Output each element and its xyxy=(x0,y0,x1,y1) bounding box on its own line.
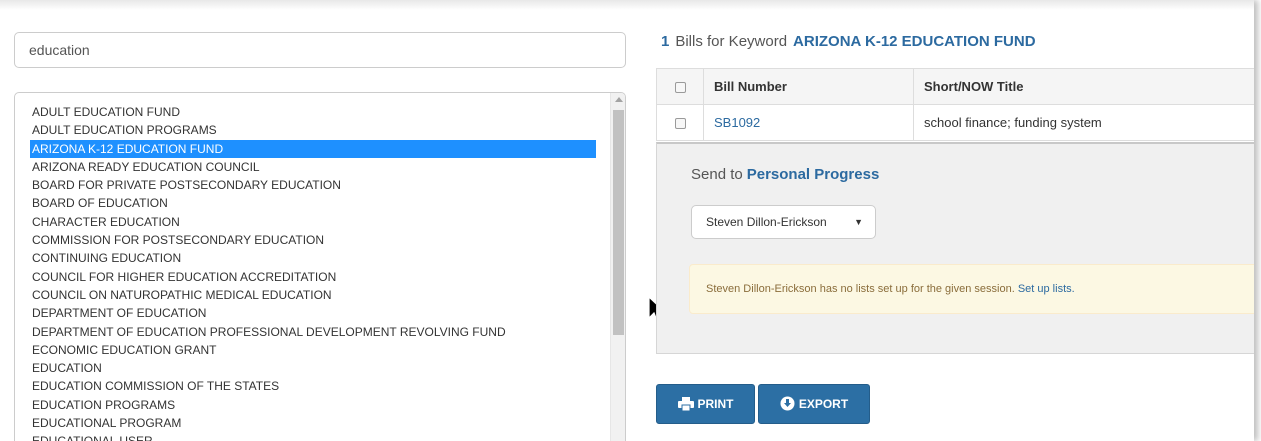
table-header-row: Bill Number Short/NOW Title xyxy=(656,68,1254,105)
print-label: PRINT xyxy=(697,397,734,411)
printer-icon xyxy=(677,396,694,412)
keyword-list-item[interactable]: ECONOMIC EDUCATION GRANT xyxy=(30,341,596,359)
results-label: Bills for Keyword xyxy=(675,33,788,50)
user-select-value: Steven Dillon-Erickson xyxy=(706,215,827,229)
keyword-list-item[interactable]: EDUCATION xyxy=(30,359,596,377)
keyword-list-item[interactable]: BOARD FOR PRIVATE POSTSECONDARY EDUCATIO… xyxy=(30,176,596,194)
keyword-list-item[interactable]: CONTINUING EDUCATION xyxy=(30,249,596,267)
results-keyword: ARIZONA K-12 EDUCATION FUND xyxy=(793,33,1036,50)
keyword-listbox[interactable]: ADULT EDUCATION FUND ADULT EDUCATION PROG… xyxy=(14,92,626,441)
keyword-list-item[interactable]: EDUCATIONAL USER xyxy=(30,432,596,441)
scroll-up-arrow-icon[interactable] xyxy=(615,97,623,102)
keyword-list-item[interactable]: CHARACTER EDUCATION xyxy=(30,213,596,231)
no-lists-alert: Steven Dillon-Erickson has no lists set … xyxy=(689,264,1254,314)
keyword-list-item[interactable]: EDUCATION PROGRAMS xyxy=(30,396,596,414)
export-button[interactable]: EXPORT xyxy=(758,384,870,424)
caret-down-icon: ▼ xyxy=(854,217,863,227)
app-frame: ADULT EDUCATION FUNDADULT EDUCATION PROG… xyxy=(0,0,1254,441)
print-button[interactable]: PRINT xyxy=(656,384,755,424)
keyword-list-item[interactable]: DEPARTMENT OF EDUCATION PROFESSIONAL DEV… xyxy=(30,323,596,341)
keyword-list-item[interactable]: COUNCIL FOR HIGHER EDUCATION ACCREDITATI… xyxy=(30,268,596,286)
bill-number-link[interactable]: SB1092 xyxy=(714,115,760,130)
keyword-list-item[interactable]: EDUCATION COMMISSION OF THE STATES xyxy=(30,377,596,395)
short-title-cell: school finance; funding system xyxy=(913,104,1254,141)
scroll-thumb[interactable] xyxy=(613,110,624,335)
bill-number-cell: SB1092 xyxy=(703,104,914,141)
bills-table: Bill Number Short/NOW Title SB1092 schoo… xyxy=(656,68,1254,141)
send-to-target: Personal Progress xyxy=(746,166,880,183)
download-circle-icon xyxy=(780,396,795,411)
send-to-heading: Send to Personal Progress xyxy=(691,166,879,183)
select-all-checkbox[interactable] xyxy=(674,82,686,94)
keyword-list-item[interactable]: ADULT EDUCATION FUND xyxy=(30,103,596,121)
set-up-lists-link[interactable]: Set up lists. xyxy=(1018,283,1075,295)
keyword-list-item[interactable]: DEPARTMENT OF EDUCATION xyxy=(30,304,596,322)
keyword-list-item[interactable]: EDUCATIONAL PROGRAM xyxy=(30,414,596,432)
keyword-search-input[interactable] xyxy=(14,32,626,68)
results-count: 1 xyxy=(661,33,670,50)
keyword-list-item[interactable]: COUNCIL ON NATUROPATHIC MEDICAL EDUCATIO… xyxy=(30,286,596,304)
row-check-cell xyxy=(656,104,704,141)
bill-number-header[interactable]: Bill Number xyxy=(703,68,914,105)
export-label: EXPORT xyxy=(798,397,849,411)
keyword-list-item[interactable]: ARIZONA READY EDUCATION COUNCIL xyxy=(30,158,596,176)
select-all-header xyxy=(656,68,704,105)
listbox-scrollbar[interactable] xyxy=(610,93,625,441)
row-checkbox[interactable] xyxy=(674,118,686,130)
keyword-list-item[interactable]: BOARD OF EDUCATION xyxy=(30,194,596,212)
keyword-list-item[interactable]: COMMISSION FOR POSTSECONDARY EDUCATION xyxy=(30,231,596,249)
keyword-list: ADULT EDUCATION FUND ADULT EDUCATION PROG… xyxy=(30,103,596,441)
send-to-panel: Send to Personal Progress Steven Dillon-E… xyxy=(656,142,1254,354)
send-to-label: Send to xyxy=(691,166,743,183)
results-heading: 1 Bills for Keyword ARIZONA K-12 EDUCATION… xyxy=(661,33,1036,50)
top-shadow xyxy=(0,0,1254,10)
table-row: SB1092 school finance; funding system xyxy=(656,104,1254,141)
keyword-list-item[interactable]: ARIZONA K-12 EDUCATION FUND xyxy=(30,139,596,158)
short-title-header[interactable]: Short/NOW Title xyxy=(913,68,1254,105)
alert-message: Steven Dillon-Erickson has no lists set … xyxy=(706,283,1015,295)
bills-table-container: Bill Number Short/NOW Title SB1092 schoo… xyxy=(656,68,1254,141)
keyword-list-item[interactable]: ADULT EDUCATION PROGRAMS xyxy=(30,121,596,139)
user-select-dropdown[interactable]: Steven Dillon-Erickson ▼ xyxy=(691,205,876,239)
